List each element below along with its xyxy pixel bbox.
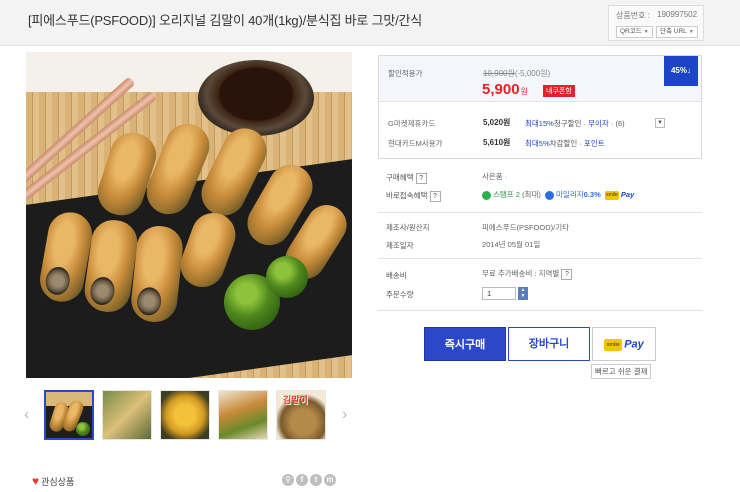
product-no-label: 상품번호 :: [616, 11, 650, 20]
final-price-value: 5,900: [482, 81, 520, 98]
heart-icon: ♥: [32, 474, 40, 488]
card2-max: 최대5%: [525, 139, 550, 148]
buy-benefit-text: 구매혜택: [386, 173, 414, 182]
date-label: 제조일자: [386, 241, 414, 250]
original-price: 10,900원(-5,000원): [483, 68, 550, 79]
favorite-button[interactable]: ♥ 관심상품: [32, 474, 74, 488]
currency-label: 원: [520, 87, 528, 96]
quantity-stepper[interactable]: ▲ ▼: [518, 287, 528, 300]
thumbnail-2[interactable]: [102, 390, 152, 440]
qty-label: 주문수량: [386, 290, 414, 299]
chevron-down-icon: ▼: [657, 120, 663, 126]
chevron-left-icon[interactable]: ‹: [24, 406, 29, 424]
date-value: 2014년 05월 01일: [482, 240, 541, 249]
discount-amount: (-5,000원): [514, 69, 551, 78]
chevron-down-icon: ▼: [688, 29, 694, 35]
card1-desc: 최대15%청구할인 · 무이자 · (6): [525, 119, 625, 128]
card1-interest-link[interactable]: 무이자: [588, 119, 609, 128]
direct-benefit-text: 바로접속혜택: [386, 191, 428, 200]
buy-benefit-label: 구매혜택 ?: [386, 172, 427, 184]
card1-label: G마켓제휴카드: [388, 119, 436, 128]
mileage-icon: [545, 190, 555, 200]
buy-now-button[interactable]: 즉시구매: [424, 327, 506, 361]
sauce-bowl: [198, 60, 314, 136]
shipping-value: 무료 추가배송비 : 지역별 ?: [482, 268, 573, 280]
chevron-down-icon[interactable]: ▼: [521, 293, 526, 299]
me2day-icon[interactable]: m: [324, 474, 336, 486]
direct-benefit-label: 바로접속혜택 ?: [386, 190, 441, 202]
smilepay-button[interactable]: smile Pay: [592, 327, 656, 361]
final-price: 5,900원: [482, 81, 528, 98]
price-box: 할인적용가 10,900원(-5,000원) 5,900원 내쿠폰함 45%↓ …: [378, 55, 702, 159]
discount-badge: 45%↓: [664, 56, 698, 86]
product-id-box: 상품번호 : 190997502 QR코드 ▼ 단축 URL ▼: [608, 5, 704, 41]
sns-share: ⚲ f t m: [282, 474, 338, 486]
card2-label: 현대카드M사용가: [388, 139, 443, 148]
quantity-input[interactable]: 1: [482, 287, 516, 300]
card2-rest: 차감할인 ·: [549, 139, 582, 148]
card1-dropdown[interactable]: ▼: [655, 118, 665, 128]
stamp-icon: [482, 190, 491, 200]
maker-value: 피에스푸드(PSFOOD)/기타: [482, 223, 570, 232]
card1-max: 최대15%: [525, 119, 554, 128]
buy-benefit-value: 사은품 ·: [482, 172, 508, 181]
thumbnail-strip: ‹ 김말이 ›: [24, 390, 356, 444]
stamp-extra: (최대): [522, 190, 541, 199]
cart-button[interactable]: 장바구니: [508, 327, 590, 361]
smilepay-icon: smile: [604, 190, 619, 200]
divider: [378, 258, 702, 259]
product-title: [피에스푸드(PSFOOD)] 오리지널 김말이 40개(1kg)/분식집 바로…: [28, 13, 423, 28]
shipping-text: 무료 추가배송비 : 지역별: [482, 269, 560, 278]
short-url-button[interactable]: 단축 URL ▼: [656, 26, 698, 38]
discount-label: 할인적용가: [388, 69, 423, 78]
shipping-label: 배송비: [386, 271, 407, 280]
thumbnail-label: 김말이: [283, 395, 308, 405]
smilepay-label: Pay: [620, 190, 635, 199]
broccoli: [266, 256, 308, 298]
divider: [378, 212, 702, 213]
chevron-down-icon: ▼: [643, 29, 649, 35]
help-icon[interactable]: ?: [561, 269, 573, 280]
facebook-icon[interactable]: f: [296, 474, 308, 486]
chevron-right-icon[interactable]: ›: [342, 406, 347, 424]
mileage-value: 0.3%: [583, 190, 601, 199]
qr-code-button[interactable]: QR코드 ▼: [616, 26, 653, 38]
product-no-value: 190997502: [657, 10, 698, 19]
card2-amount: 5,610원: [483, 138, 511, 147]
mileage-label: 마일리지: [556, 190, 584, 199]
product-header: [피에스푸드(PSFOOD)] 오리지널 김말이 40개(1kg)/분식집 바로…: [0, 0, 740, 46]
broccoli: [76, 422, 90, 436]
thumbnail-5[interactable]: 김말이: [276, 390, 326, 440]
stamp-label: 스탬프 2: [493, 190, 520, 199]
thumbnail-3[interactable]: [160, 390, 210, 440]
short-url-label: 단축 URL: [660, 28, 687, 35]
card2-desc: 최대5%차감할인 · 포인트: [525, 138, 605, 149]
help-icon[interactable]: ?: [429, 191, 441, 202]
card2-point-link[interactable]: 포인트: [584, 139, 605, 148]
direct-benefit-value: 스탬프 2 (최대) 마일리지0.3% smile Pay: [482, 189, 634, 200]
smilepay-icon: smile: [604, 338, 623, 351]
twitter-icon[interactable]: t: [310, 474, 322, 486]
share-icon[interactable]: ⚲: [282, 474, 294, 486]
smilepay-tooltip: 빠르고 쉬운 결제: [591, 364, 652, 379]
thumbnail-4[interactable]: [218, 390, 268, 440]
card1-amount: 5,020원: [483, 118, 511, 127]
maker-label: 제조사/원산지: [386, 223, 430, 232]
price-summary: 할인적용가 10,900원(-5,000원) 5,900원 내쿠폰함 45%↓: [379, 56, 701, 102]
help-icon[interactable]: ?: [415, 173, 427, 184]
divider: [378, 310, 702, 311]
favorite-label: 관심상품: [41, 477, 75, 487]
card1-months: (6): [615, 119, 625, 128]
thumbnail-1[interactable]: [44, 390, 94, 440]
smilepay-label: Pay: [624, 338, 644, 351]
coupon-button[interactable]: 내쿠폰함: [543, 85, 575, 97]
qr-code-label: QR코드: [620, 28, 642, 35]
product-main-image: [26, 52, 352, 378]
card1-rest: 청구할인 ·: [553, 119, 586, 128]
original-price-value: 10,900원: [483, 69, 515, 78]
